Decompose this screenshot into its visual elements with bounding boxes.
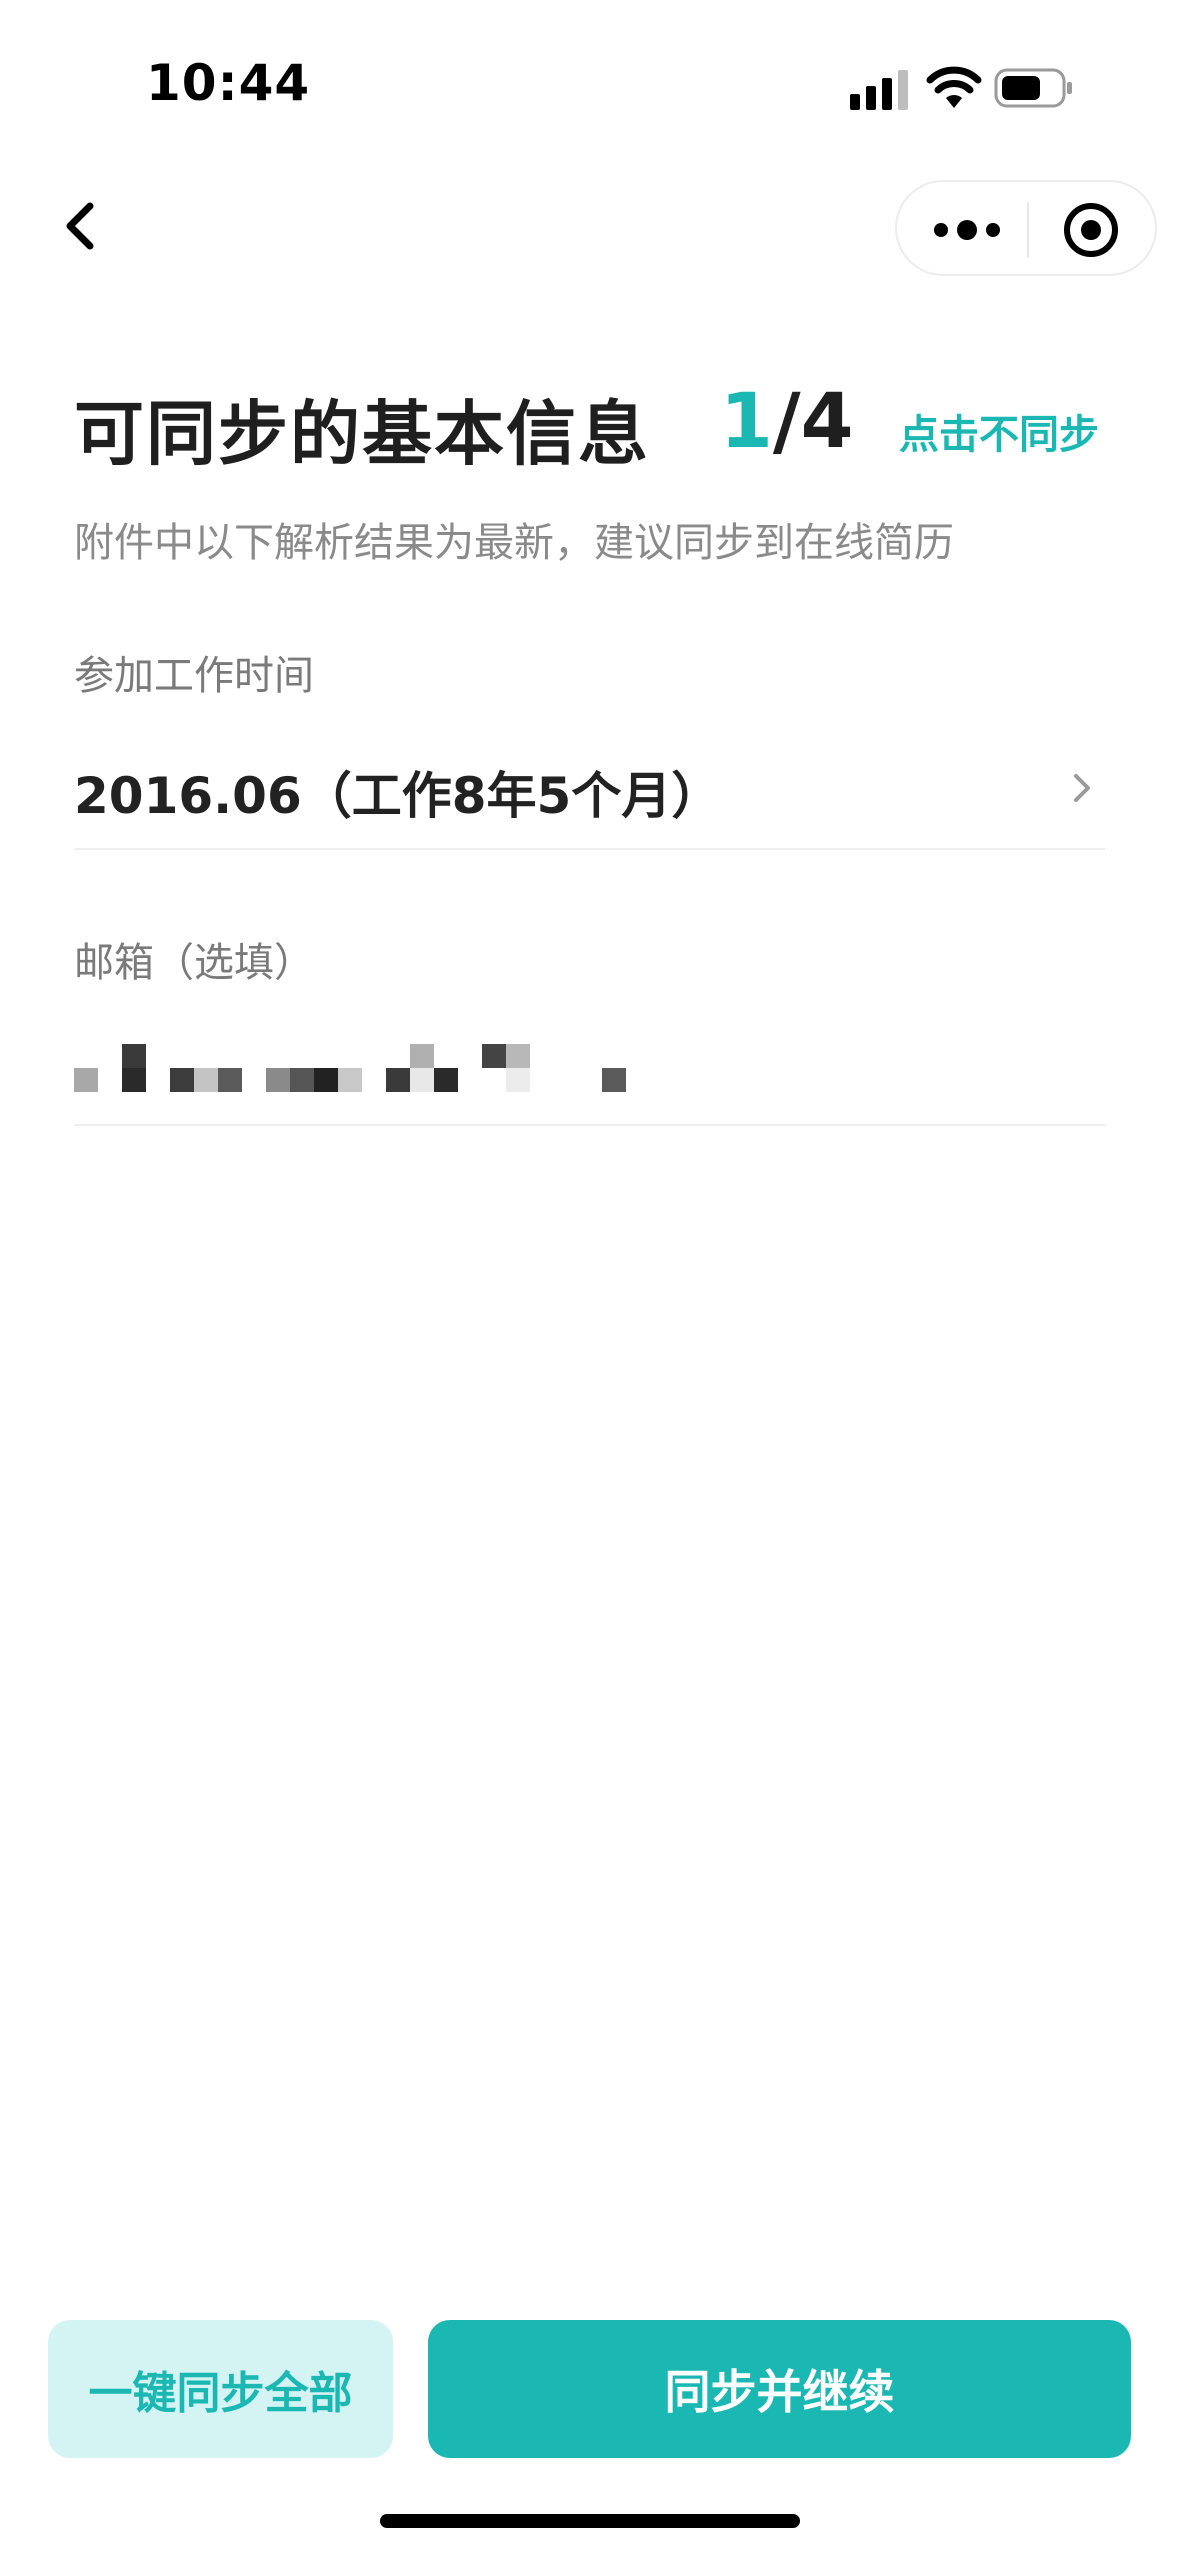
- mosaic-block: [290, 1068, 314, 1092]
- home-indicator: [380, 2514, 800, 2528]
- email-label: 邮箱（选填）: [74, 940, 314, 986]
- mosaic-block: [218, 1068, 242, 1092]
- mosaic-block: [194, 1068, 218, 1092]
- signal-icon: [850, 70, 908, 110]
- mini-program-capsule: [895, 180, 1157, 276]
- chevron-right-icon: [1074, 774, 1090, 802]
- more-dots-icon: [934, 220, 1000, 240]
- mosaic-block: [386, 1068, 410, 1092]
- chevron-left-icon: [66, 202, 94, 250]
- sync-continue-button[interactable]: 同步并继续: [428, 2320, 1131, 2458]
- mosaic-block: [482, 1044, 506, 1068]
- progress-total: /4: [772, 376, 854, 465]
- skip-sync-link[interactable]: 点击不同步: [899, 402, 1099, 460]
- page-subtitle: 附件中以下解析结果为最新，建议同步到在线简历: [74, 520, 954, 566]
- page-title: 可同步的基本信息: [74, 393, 650, 475]
- mosaic-block: [122, 1044, 146, 1068]
- mosaic-block: [434, 1068, 458, 1092]
- step-progress: 1/4: [720, 376, 854, 465]
- divider: [74, 848, 1105, 850]
- capsule-divider: [1027, 202, 1029, 258]
- mosaic-block: [314, 1068, 338, 1092]
- target-circle-icon: [1064, 203, 1118, 257]
- progress-current: 1: [720, 376, 773, 465]
- back-button[interactable]: [54, 196, 114, 256]
- work-start-label: 参加工作时间: [74, 653, 314, 699]
- mosaic-block: [338, 1068, 362, 1092]
- mosaic-block: [122, 1068, 146, 1092]
- wifi-icon: [926, 66, 982, 108]
- mosaic-block: [410, 1044, 434, 1068]
- mosaic-block: [170, 1068, 194, 1092]
- close-button[interactable]: [1059, 198, 1123, 262]
- status-time: 10:44: [146, 54, 311, 112]
- page: 10:44 可同步的基本信息 1/4 点击不同步 附件中以下解析结果为最新，建议…: [0, 0, 1179, 2556]
- sync-all-button[interactable]: 一键同步全部: [48, 2320, 393, 2458]
- email-value-redacted[interactable]: [74, 1036, 634, 1092]
- mosaic-block: [74, 1068, 98, 1092]
- battery-icon: [994, 68, 1072, 108]
- work-start-chevron[interactable]: [1066, 768, 1096, 808]
- mosaic-block: [506, 1068, 530, 1092]
- more-button[interactable]: [927, 200, 1007, 260]
- divider: [74, 1124, 1105, 1126]
- mosaic-block: [602, 1068, 626, 1092]
- mosaic-block: [506, 1044, 530, 1068]
- mosaic-block: [410, 1068, 434, 1092]
- mosaic-block: [266, 1068, 290, 1092]
- work-start-value[interactable]: 2016.06（工作8年5个月）: [74, 756, 721, 828]
